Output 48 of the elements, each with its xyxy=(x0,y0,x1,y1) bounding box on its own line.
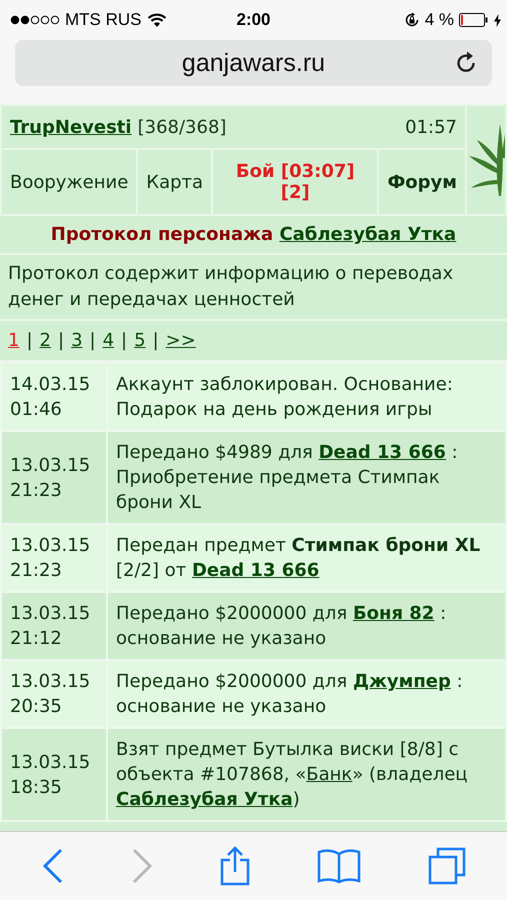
bookmarks-icon[interactable] xyxy=(316,848,360,884)
page-link[interactable]: 5 xyxy=(134,330,146,351)
player-link[interactable]: Dead 13 666 xyxy=(192,560,320,581)
carrier-name: MTS RUS xyxy=(65,10,142,30)
page-separator: | xyxy=(26,330,33,351)
player-link[interactable]: Джумпер xyxy=(352,671,451,692)
entry-text: Передан предмет Стимпак брони XL [2/2] от Dead 13 666 xyxy=(116,534,482,583)
entry-date: 13.03.15 21:12 xyxy=(10,602,92,651)
page-separator: | xyxy=(90,330,96,351)
page-link[interactable]: 1 xyxy=(8,330,20,351)
page-separator: | xyxy=(58,330,64,351)
page-separator: | xyxy=(152,330,159,351)
character-link[interactable]: Саблезубая Утка xyxy=(279,224,456,245)
page-link[interactable]: 2 xyxy=(40,330,51,351)
address-bar[interactable]: ganjawars.ru xyxy=(15,40,492,86)
server-time: 01:57 xyxy=(405,116,457,138)
battery-icon xyxy=(459,13,489,27)
player-link[interactable]: Dead 13 666 xyxy=(318,442,446,463)
description-text: Протокол содержит информацию о переводах денег и передачах ценностей xyxy=(8,262,454,312)
health-value: [368/368] xyxy=(138,116,226,138)
entry-text: Передано $2000000 для Боня 82 : основание не указано xyxy=(116,602,448,651)
entry-date: 13.03.15 18:35 xyxy=(10,750,92,800)
entry-text: Передано $4989 для Dead 13 666 : Приобретение предмета Стимпак брони XL xyxy=(116,441,459,515)
share-icon[interactable] xyxy=(220,846,250,886)
charging-icon xyxy=(494,14,501,26)
page-link[interactable]: 3 xyxy=(71,330,83,351)
entry-text: Взят предмет Бутылка виски [8/8] с объекта #107868, «Банк» (владелец Саблезубая Утка) xyxy=(116,738,469,812)
entry-date: 13.03.15 21:23 xyxy=(10,534,92,583)
object-link[interactable]: Банк xyxy=(306,764,352,785)
page-separator: | xyxy=(121,330,128,351)
rotation-lock-icon xyxy=(404,12,420,28)
back-icon[interactable] xyxy=(42,848,64,884)
entry-date: 13.03.15 20:35 xyxy=(10,670,92,719)
wifi-icon xyxy=(146,12,166,28)
signal-icon xyxy=(10,15,60,25)
player-link[interactable]: Саблезубая Утка xyxy=(116,789,293,810)
page-link[interactable]: >> xyxy=(166,330,196,351)
user-link[interactable]: TrupNevesti xyxy=(10,116,132,138)
page-link[interactable]: 4 xyxy=(102,330,114,351)
page-title: Протокол персонажа Саблезубая Утка xyxy=(50,224,458,245)
entry-date: 14.03.15 01:46 xyxy=(10,373,92,422)
entry-date: 13.03.15 21:23 xyxy=(10,454,92,502)
tabs-icon[interactable] xyxy=(428,847,466,885)
player-link[interactable]: Боня 82 xyxy=(352,603,434,624)
clock: 2:00 xyxy=(236,10,271,30)
entry-text: Аккаунт заблокирован. Основание: Подарок на день рождения игры xyxy=(116,373,454,422)
battery-percent: 4 % xyxy=(424,10,454,30)
entry-text: Передано $2000000 для Джумпер : основание не указано xyxy=(116,670,464,719)
